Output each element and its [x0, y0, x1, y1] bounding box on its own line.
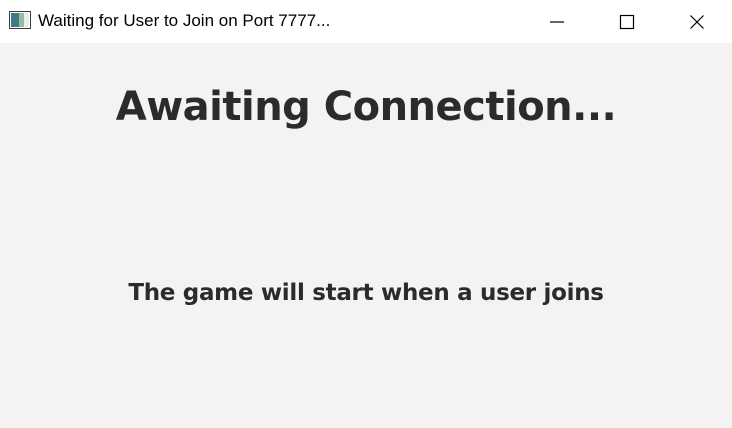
minimize-icon [549, 14, 565, 30]
close-button[interactable] [674, 0, 720, 43]
window-title: Waiting for User to Join on Port 7777... [38, 11, 331, 30]
app-window-icon [9, 11, 31, 29]
waiting-panel: Awaiting Connection... The game will sta… [0, 43, 732, 428]
window-titlebar[interactable]: Waiting for User to Join on Port 7777... [0, 0, 732, 43]
close-icon [689, 14, 705, 30]
status-message: The game will start when a user joins [128, 280, 604, 306]
maximize-icon [619, 14, 635, 30]
minimize-button[interactable] [534, 0, 580, 43]
maximize-button[interactable] [604, 0, 650, 43]
page-title: Awaiting Connection... [115, 84, 617, 130]
